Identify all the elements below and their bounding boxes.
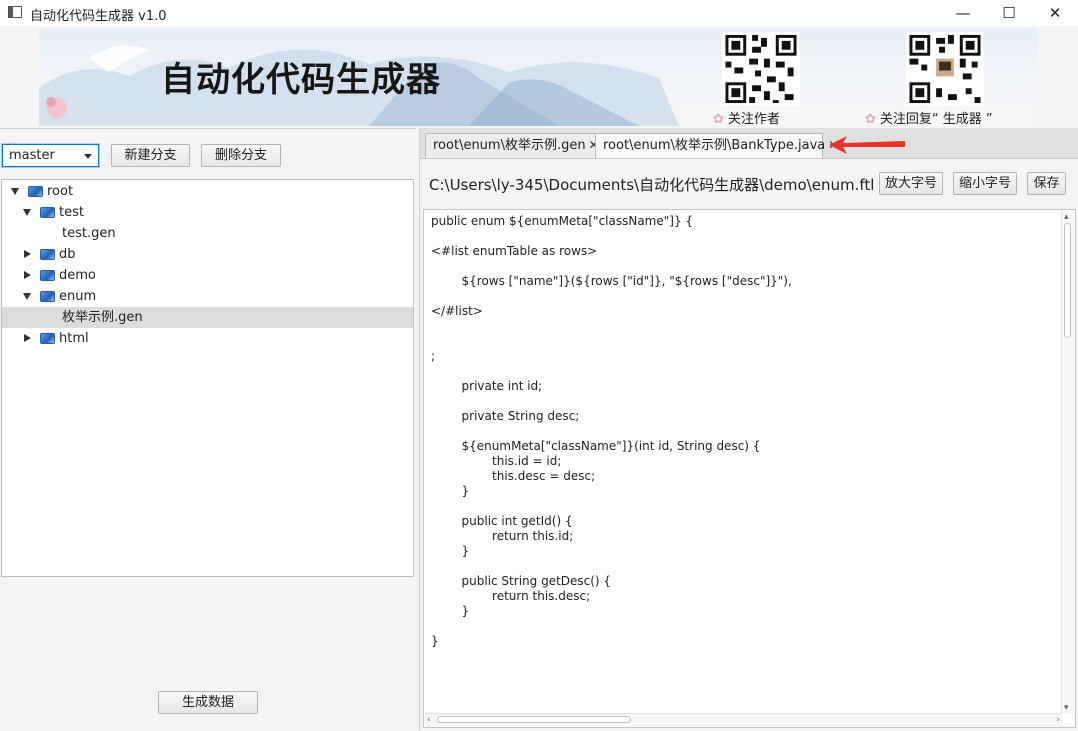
code-line: ${rows ["name"]}(${rows ["id"]}, "${rows… [431, 274, 792, 288]
title-bar: 自动化代码生成器 v1.0 — ☐ ✕ [0, 0, 1078, 26]
close-button[interactable]: ✕ [1032, 0, 1078, 26]
horizontal-scroll-thumb[interactable] [437, 716, 631, 723]
code-line: } [431, 544, 470, 558]
code-line: } [431, 604, 470, 618]
qr-subscribe-caption: ✿ 关注回复“ 生成器 ” [865, 112, 993, 126]
folder-icon [40, 291, 55, 302]
tree-folder-4[interactable]: demo [2, 265, 413, 286]
scroll-right-icon[interactable]: › [1056, 715, 1060, 725]
annotation-arrow-icon [829, 136, 905, 154]
tree-file-6[interactable]: 枚举示例.gen [2, 307, 413, 328]
tree-item-label: demo [59, 268, 96, 283]
chevron-right-icon[interactable] [24, 271, 31, 279]
file-tree[interactable]: root test test.gen db demo enum 枚举示例.gen html [1, 179, 414, 577]
tab-banktype-java[interactable]: root\enum\枚举示例\BankType.java✕ [595, 133, 838, 158]
blossom-icon: ✿ [713, 112, 724, 126]
zoom-out-button[interactable]: 缩小字号 [953, 172, 1017, 195]
code-line: <#list enumTable as rows> [431, 244, 598, 258]
delete-branch-button[interactable]: 删除分支 [201, 144, 281, 167]
folder-icon [40, 333, 55, 344]
tree-folder-7[interactable]: html [2, 328, 413, 349]
code-line: this.id = id; [431, 454, 562, 468]
tab-label: root\enum\枚举示例\BankType.java [603, 138, 826, 153]
banner-image: 自动化代码生成器 ✿ 关注作者 ✿ 关注回复“ 生成器 ” [39, 28, 1038, 126]
minimize-button[interactable]: — [940, 0, 986, 26]
chevron-down-icon [84, 154, 92, 159]
chevron-right-icon[interactable] [24, 334, 31, 342]
code-line: public enum ${enumMeta["className"]} { [431, 214, 694, 228]
qr-code-subscribe [906, 32, 984, 106]
code-line: this.desc = desc; [431, 469, 596, 483]
code-line: ${enumMeta["className"]}(int id, String … [431, 439, 761, 453]
tree-item-label: test [59, 205, 84, 220]
tab-bar: root\enum\枚举示例.gen ✕ root\enum\枚举示例\BankT… [420, 128, 1078, 159]
banner: 自动化代码生成器 ✿ 关注作者 ✿ 关注回复“ 生成器 ” [0, 26, 1078, 128]
zoom-in-button[interactable]: 放大字号 [879, 172, 943, 195]
save-button[interactable]: 保存 [1027, 172, 1066, 195]
tab-enum-gen[interactable]: root\enum\枚举示例.gen ✕ [425, 133, 599, 158]
chevron-down-icon[interactable] [23, 209, 31, 216]
scroll-up-icon[interactable]: ▴ [1064, 212, 1069, 222]
chevron-down-icon[interactable] [23, 293, 31, 300]
branch-select-value: master [9, 148, 55, 163]
code-line: private String desc; [431, 409, 580, 423]
code-line: ; [431, 349, 436, 363]
tree-item-label: html [59, 331, 89, 346]
maximize-button[interactable]: ☐ [986, 0, 1032, 26]
vertical-scroll-thumb[interactable] [1064, 223, 1071, 338]
folder-icon [40, 207, 55, 218]
branch-select[interactable]: master [2, 144, 99, 167]
tree-item-label: enum [59, 289, 97, 304]
scroll-left-icon[interactable]: ‹ [427, 715, 431, 725]
tree-folder-1[interactable]: test [2, 202, 413, 223]
code-line: public String getDesc() { [431, 574, 612, 588]
left-panel: master 新建分支 删除分支 root test test.gen db demo e… [0, 128, 416, 731]
code-line: return this.desc; [431, 589, 591, 603]
scroll-down-icon[interactable]: ▾ [1064, 703, 1069, 713]
chevron-right-icon[interactable] [24, 250, 31, 258]
code-line: } [431, 634, 439, 648]
horizontal-scrollbar[interactable]: ‹ › [425, 713, 1062, 726]
blossom-icon: ✿ [865, 112, 876, 126]
folder-icon [40, 270, 55, 281]
code-editor[interactable]: public enum ${enumMeta["className"]} { <#… [423, 209, 1076, 728]
tree-folder-0[interactable]: root [2, 181, 413, 202]
app-icon [8, 6, 22, 18]
folder-icon [40, 249, 55, 260]
code-line: public int getId() { [431, 514, 573, 528]
code-line: private int id; [431, 379, 543, 393]
tree-folder-5[interactable]: enum [2, 286, 413, 307]
file-path: C:\Users\ly-345\Documents\自动化代码生成器\demo\… [429, 176, 875, 194]
tree-item-label: root [47, 184, 74, 199]
banner-title: 自动化代码生成器 [161, 60, 441, 100]
new-branch-button[interactable]: 新建分支 [111, 144, 190, 167]
folder-icon [28, 186, 43, 197]
window-title: 自动化代码生成器 v1.0 [30, 9, 167, 24]
tree-folder-3[interactable]: db [2, 244, 413, 265]
tree-file-2[interactable]: test.gen [2, 223, 413, 244]
tree-item-label: test.gen [62, 226, 116, 241]
code-line: return this.id; [431, 529, 574, 543]
qr-code-author [722, 32, 800, 106]
code-line: } [431, 484, 470, 498]
code-line: </#list> [431, 304, 483, 318]
vertical-scrollbar[interactable]: ▴ ▾ [1061, 211, 1074, 714]
qr-author-caption: ✿ 关注作者 [713, 112, 780, 126]
tree-item-label: db [59, 247, 76, 262]
tab-label: root\enum\枚举示例.gen [433, 138, 586, 153]
generate-data-button[interactable]: 生成数据 [158, 691, 258, 714]
right-panel: root\enum\枚举示例.gen ✕ root\enum\枚举示例\BankT… [419, 128, 1078, 730]
chevron-down-icon[interactable] [11, 188, 19, 195]
tree-item-label: 枚举示例.gen [62, 310, 143, 325]
